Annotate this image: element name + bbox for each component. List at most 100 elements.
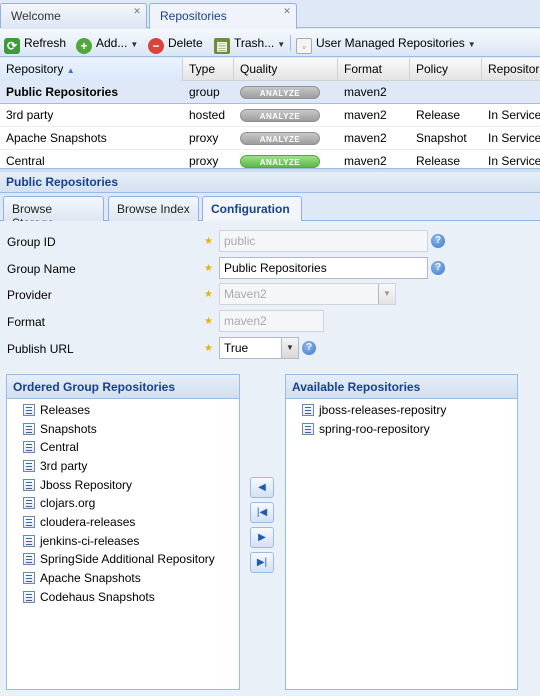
help-icon[interactable]: ? (431, 261, 445, 275)
chevron-down-icon[interactable]: ▼ (281, 338, 298, 358)
chevron-down-icon: ▼ (467, 40, 476, 49)
repository-icon (23, 591, 35, 603)
column-repository[interactable]: Repository ▲ (0, 58, 183, 81)
required-star-icon: ★ (204, 236, 213, 247)
tab-configuration[interactable]: Configuration (202, 196, 302, 222)
arrow-left-icon: ◀ (258, 482, 266, 493)
tab-browse-index[interactable]: Browse Index (108, 196, 199, 221)
available-repositories-panel: Available Repositories jboss-releases-re… (285, 374, 518, 690)
cell-repository: Apache Snapshots (6, 131, 107, 145)
available-repositories-title: Available Repositories (286, 375, 517, 399)
cell-quality: ANALYZE (234, 81, 338, 103)
tab-welcome-label: Welcome (11, 9, 61, 23)
trash-icon: ▤ (214, 38, 230, 54)
main-tab-strip: Welcome ✕ Repositories ✕ (0, 0, 540, 29)
cell-type: hosted (189, 108, 226, 122)
table-row[interactable]: Central proxy ANALYZE maven2 Release In … (0, 150, 540, 168)
help-icon[interactable]: ? (431, 234, 445, 248)
cell-repository: Central (6, 154, 45, 168)
tab-repositories-label: Repositories (160, 9, 227, 23)
cell-status (482, 81, 540, 103)
required-star-icon: ★ (204, 343, 213, 354)
cell-repository: 3rd party (6, 108, 54, 122)
analyze-button[interactable]: ANALYZE (240, 109, 320, 122)
cell-format: maven2 (344, 131, 387, 145)
move-all-left-button[interactable]: |◀ (250, 502, 274, 523)
cell-policy: Snapshot (416, 131, 467, 145)
provider-select: Maven2 ▼ (219, 283, 396, 305)
arrow-last-icon: ▶| (256, 557, 268, 568)
repositories-grid: Repository ▲ Type Quality Format Policy … (0, 58, 540, 168)
toolbar-separator (290, 35, 291, 51)
ordered-group-repositories-title: Ordered Group Repositories (7, 375, 239, 399)
add-button[interactable]: + Add... ▼ (76, 34, 138, 54)
cell-policy: Release (416, 154, 461, 168)
repository-icon (302, 404, 314, 416)
group-name-field[interactable]: Public Repositories (219, 257, 428, 279)
cell-type: proxy (189, 154, 219, 168)
move-right-button[interactable]: ▶ (250, 527, 274, 548)
required-star-icon: ★ (204, 263, 213, 274)
format-label: Format (7, 315, 46, 329)
chevron-down-icon: ▼ (277, 40, 286, 49)
analyze-button[interactable]: ANALYZE (240, 155, 320, 168)
move-left-button[interactable]: ◀ (250, 477, 274, 498)
ordered-group-repositories-panel: Ordered Group Repositories Releases Snap… (6, 374, 240, 690)
publish-url-value: True (224, 341, 249, 355)
provider-value: Maven2 (224, 287, 267, 301)
move-all-right-button[interactable]: ▶| (250, 552, 274, 573)
grid-header: Repository ▲ Type Quality Format Policy … (0, 58, 540, 81)
delete-icon: − (148, 38, 164, 54)
user-managed-repositories-menu[interactable]: ▫ User Managed Repositories ▼ (296, 34, 476, 54)
cell-format: maven2 (344, 85, 387, 99)
column-type[interactable]: Type (183, 58, 234, 81)
analyze-button[interactable]: ANALYZE (240, 86, 320, 99)
cell-policy: Release (416, 108, 461, 122)
cell-status: In Service (488, 131, 540, 145)
required-star-icon: ★ (204, 316, 213, 327)
cell-status: In Service (488, 154, 540, 168)
trash-button[interactable]: ▤ Trash... ▼ (214, 34, 286, 54)
sort-ascending-icon: ▲ (66, 66, 75, 75)
help-icon[interactable]: ? (302, 341, 316, 355)
arrow-first-icon: |◀ (256, 507, 268, 518)
detail-tab-strip: Browse Storage Browse Index Configuratio… (0, 193, 540, 230)
document-icon: ▫ (296, 38, 312, 54)
cell-quality: ANALYZE (234, 150, 338, 168)
column-policy[interactable]: Policy (410, 58, 482, 81)
tab-repositories[interactable]: Repositories ✕ (149, 3, 297, 29)
close-icon[interactable]: ✕ (282, 6, 292, 16)
repository-icon (23, 572, 35, 584)
cell-type: group (189, 85, 220, 99)
analyze-button[interactable]: ANALYZE (240, 132, 320, 145)
repository-icon (23, 535, 35, 547)
group-id-label: Group ID (7, 235, 56, 249)
cell-repository: Public Repositories (6, 85, 119, 99)
refresh-button[interactable]: ⟳ Refresh (4, 34, 66, 54)
panel-title: Public Repositories (0, 172, 540, 193)
repository-icon (23, 516, 35, 528)
cell-status: In Service (488, 108, 540, 122)
repository-icon (23, 423, 35, 435)
cell-type: proxy (189, 131, 219, 145)
format-field: maven2 (219, 310, 324, 332)
column-format[interactable]: Format (338, 58, 410, 81)
table-row[interactable]: Apache Snapshots proxy ANALYZE maven2 Sn… (0, 127, 540, 150)
provider-label: Provider (7, 288, 52, 302)
configuration-form: Group ID ★ public ? Group Name ★ Public … (0, 221, 540, 696)
repository-icon (23, 497, 35, 509)
column-quality[interactable]: Quality (234, 58, 338, 81)
publish-url-select[interactable]: True ▼ (219, 337, 299, 359)
table-row[interactable]: Public Repositories group ANALYZE maven2 (0, 81, 540, 104)
tab-welcome[interactable]: Welcome ✕ (0, 3, 147, 28)
required-star-icon: ★ (204, 289, 213, 300)
table-row[interactable]: 3rd party hosted ANALYZE maven2 Release … (0, 104, 540, 127)
delete-button[interactable]: − Delete (148, 34, 203, 54)
repository-icon (23, 460, 35, 472)
add-icon: + (76, 38, 92, 54)
close-icon[interactable]: ✕ (132, 6, 142, 16)
column-repository-status[interactable]: Repositor (482, 58, 540, 81)
tab-browse-storage[interactable]: Browse Storage (3, 196, 104, 230)
group-name-label: Group Name (7, 262, 76, 276)
toolbar: ⟳ Refresh + Add... ▼ − Delete ▤ Trash... ▼ ▫ Us… (0, 29, 540, 57)
